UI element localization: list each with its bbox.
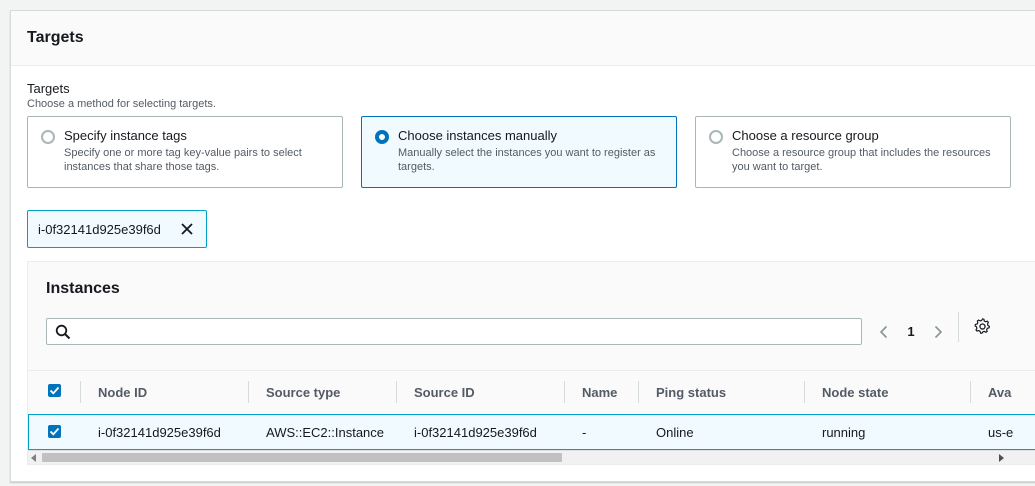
- tile-description: Specify one or more tag key-value pairs …: [64, 147, 302, 173]
- tile-title: Choose a resource group: [732, 128, 879, 143]
- column-header-node-state[interactable]: Node state: [804, 371, 970, 413]
- radio-choose-instances-manually[interactable]: [375, 130, 389, 144]
- column-header-availability-zone[interactable]: Ava: [970, 371, 1035, 413]
- cell-availability-zone: us-e: [988, 424, 1014, 440]
- current-page[interactable]: 1: [892, 324, 930, 339]
- chevron-right-icon[interactable]: [930, 324, 946, 340]
- column-header-source-id[interactable]: Source ID: [396, 371, 564, 413]
- search-box: [46, 318, 862, 345]
- table-header: Node ID Source type Source ID Name Ping …: [28, 370, 1035, 412]
- panel-header: Targets: [11, 11, 1035, 66]
- column-header-source-type[interactable]: Source type: [248, 371, 396, 413]
- targets-label: Targets: [27, 81, 70, 96]
- scrollbar-thumb[interactable]: [42, 453, 562, 462]
- selected-instance-token: i-0f32141d925e39f6d: [27, 210, 207, 248]
- cell-ping-status: Online: [656, 424, 694, 440]
- close-icon[interactable]: [180, 222, 194, 236]
- scroll-right-arrow[interactable]: [999, 454, 1004, 462]
- check-icon: [49, 427, 60, 436]
- row-checkbox[interactable]: [48, 425, 61, 438]
- column-header-name[interactable]: Name: [564, 371, 638, 413]
- check-icon: [49, 386, 60, 395]
- tile-choose-resource-group[interactable]: Choose a resource group Choose a resourc…: [695, 116, 1011, 188]
- cell-source-type: AWS::EC2::Instance: [266, 424, 385, 440]
- select-all-checkbox[interactable]: [48, 384, 61, 397]
- tile-specify-instance-tags[interactable]: Specify instance tags Specify one or mor…: [27, 116, 343, 188]
- pager-divider: [958, 312, 959, 342]
- radio-specify-instance-tags[interactable]: [41, 130, 55, 144]
- chevron-left-icon[interactable]: [876, 324, 892, 340]
- cell-node-id: i-0f32141d925e39f6d: [98, 424, 221, 440]
- panel-title: Targets: [27, 29, 84, 46]
- scroll-left-arrow[interactable]: [31, 454, 36, 462]
- instances-title: Instances: [46, 280, 120, 297]
- tile-description: Choose a resource group that includes th…: [732, 147, 991, 173]
- cell-source-id: i-0f32141d925e39f6d: [414, 424, 537, 440]
- cell-name: -: [582, 424, 587, 440]
- instances-table-container: Instances 1 Node ID Source type Source I…: [27, 261, 1035, 465]
- tile-choose-instances-manually[interactable]: Choose instances manually Manually selec…: [361, 116, 677, 188]
- radio-choose-resource-group[interactable]: [709, 130, 723, 144]
- column-header-ping-status[interactable]: Ping status: [638, 371, 804, 413]
- search-input[interactable]: [77, 322, 847, 341]
- table-row[interactable]: i-0f32141d925e39f6d AWS::EC2::Instance i…: [28, 414, 1035, 450]
- cell-node-state: running: [822, 424, 866, 440]
- gear-icon[interactable]: [974, 318, 991, 335]
- pagination: 1: [876, 318, 946, 345]
- tile-title: Choose instances manually: [398, 128, 557, 143]
- horizontal-scrollbar[interactable]: [28, 450, 1035, 464]
- token-label: i-0f32141d925e39f6d: [38, 221, 161, 237]
- tile-title: Specify instance tags: [64, 128, 187, 143]
- tile-description: Manually select the instances you want t…: [398, 147, 656, 173]
- targets-description: Choose a method for selecting targets.: [27, 98, 216, 110]
- targets-panel: Targets Targets Choose a method for sele…: [10, 10, 1035, 482]
- search-icon: [55, 324, 71, 340]
- column-header-node-id[interactable]: Node ID: [80, 371, 248, 413]
